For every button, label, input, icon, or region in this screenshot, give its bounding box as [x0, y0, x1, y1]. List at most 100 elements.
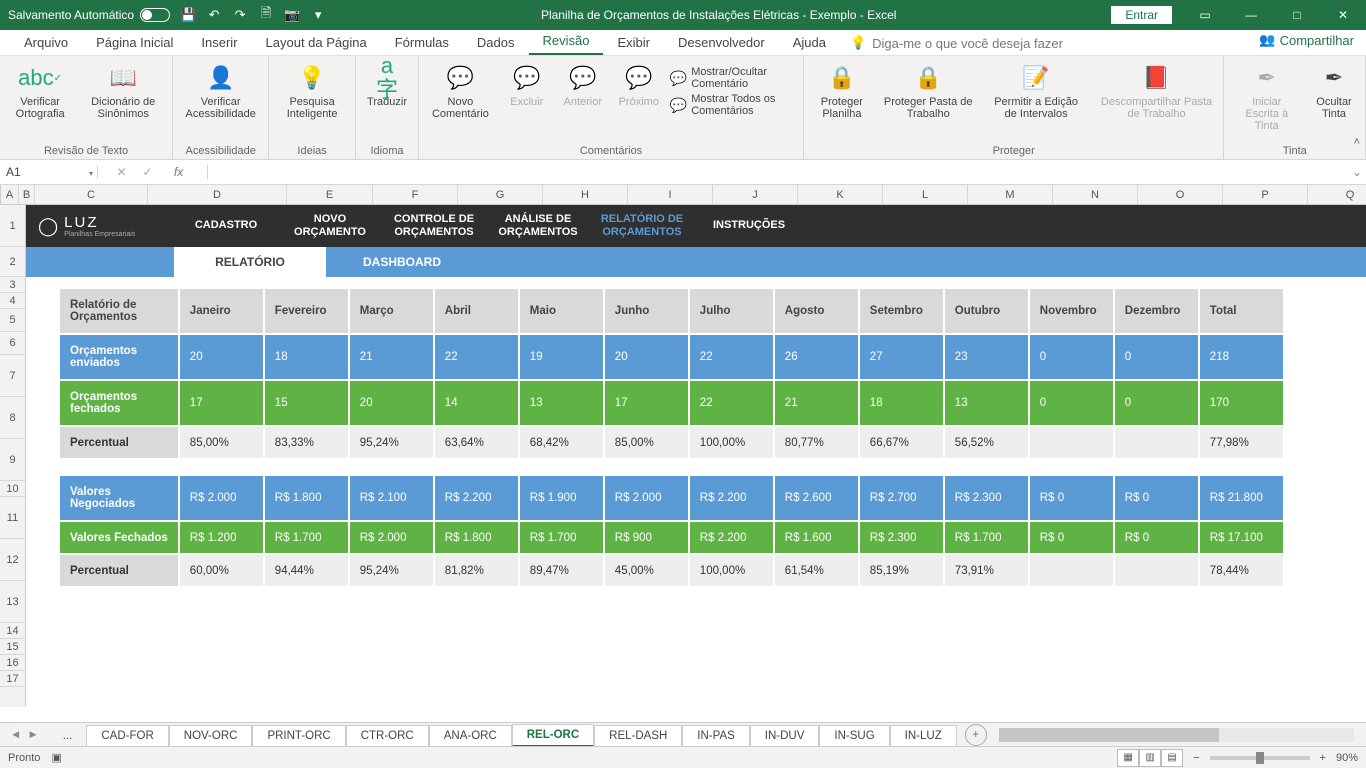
new-comment-button[interactable]: 💬Novo Comentário	[425, 60, 496, 122]
translate-button[interactable]: a字Traduzir	[362, 60, 412, 110]
nav-cadastro[interactable]: CADASTRO	[174, 213, 278, 238]
sheet-tab-more[interactable]: ...	[49, 726, 87, 746]
tab-exibir[interactable]: Exibir	[603, 31, 664, 55]
spellcheck-button[interactable]: abc✓Verificar Ortografia	[6, 60, 74, 122]
maximize-icon[interactable]: □	[1274, 0, 1320, 30]
collapse-ribbon-icon[interactable]: ˄	[1354, 136, 1360, 148]
autosave-toggle[interactable]: Salvamento Automático	[8, 8, 170, 22]
row-header[interactable]: 8	[0, 397, 25, 439]
col-header[interactable]: F	[373, 185, 458, 204]
row-header[interactable]: 9	[0, 439, 25, 481]
tab-revisao[interactable]: Revisão	[529, 29, 604, 55]
sheet-tab[interactable]: PRINT-ORC	[252, 725, 345, 746]
row-header[interactable]: 4	[0, 293, 25, 309]
next-comment-button[interactable]: 💬Próximo	[614, 60, 664, 110]
row-header[interactable]: 6	[0, 332, 25, 355]
minimize-icon[interactable]: —	[1228, 0, 1274, 30]
worksheet[interactable]: ◯ LUZPlanilhas Empresariais CADASTRO NOV…	[26, 205, 1366, 707]
prev-comment-button[interactable]: 💬Anterior	[558, 60, 608, 110]
delete-comment-button[interactable]: 💬Excluir	[502, 60, 552, 110]
row-header[interactable]: 16	[0, 655, 25, 671]
horizontal-scrollbar[interactable]	[999, 728, 1354, 742]
signin-button[interactable]: Entrar	[1111, 6, 1172, 24]
nav-controle[interactable]: CONTROLE DE ORÇAMENTOS	[382, 207, 486, 245]
smart-lookup-button[interactable]: 💡Pesquisa Inteligente	[275, 60, 349, 122]
tellme-search[interactable]: 💡Diga-me o que você deseja fazer	[840, 31, 1073, 55]
thesaurus-button[interactable]: 📖Dicionário de Sinônimos	[80, 60, 166, 122]
col-header[interactable]: E	[287, 185, 373, 204]
row-header[interactable]: 14	[0, 623, 25, 639]
close-icon[interactable]: ✕	[1320, 0, 1366, 30]
sheet-tab[interactable]: IN-DUV	[750, 725, 820, 746]
start-inking-button[interactable]: ✒Iniciar Escrita à Tinta	[1230, 60, 1303, 134]
zoom-out-icon[interactable]: −	[1193, 752, 1199, 764]
subtab-relatorio[interactable]: RELATÓRIO	[174, 247, 326, 277]
qat-more-icon[interactable]: ▾	[310, 7, 326, 23]
tab-formulas[interactable]: Fórmulas	[381, 31, 463, 55]
add-sheet-button[interactable]: +	[965, 724, 987, 746]
hide-ink-button[interactable]: ✒Ocultar Tinta	[1309, 60, 1359, 122]
protect-workbook-button[interactable]: 🔒Proteger Pasta de Trabalho	[880, 60, 977, 122]
ribbon-options-icon[interactable]: ▭	[1182, 0, 1228, 30]
col-header[interactable]: N	[1053, 185, 1138, 204]
sheet-tab[interactable]: IN-LUZ	[890, 725, 957, 746]
nav-instrucoes[interactable]: INSTRUÇÕES	[694, 213, 804, 238]
row-header[interactable]: 17	[0, 671, 25, 687]
row-header[interactable]: 7	[0, 355, 25, 397]
col-header[interactable]: C	[35, 185, 148, 204]
redo-icon[interactable]: ↷	[232, 7, 248, 23]
tab-pagina-inicial[interactable]: Página Inicial	[82, 31, 187, 55]
col-header[interactable]: H	[543, 185, 628, 204]
tab-inserir[interactable]: Inserir	[187, 31, 251, 55]
col-header[interactable]: A	[1, 185, 19, 204]
allow-edit-ranges-button[interactable]: 📝Permitir a Edição de Intervalos	[983, 60, 1090, 122]
row-header[interactable]: 3	[0, 277, 25, 293]
zoom-in-icon[interactable]: +	[1320, 752, 1326, 764]
tab-layout[interactable]: Layout da Página	[252, 31, 381, 55]
macro-record-icon[interactable]: ▣	[51, 752, 61, 764]
undo-icon[interactable]: ↶	[206, 7, 222, 23]
unshare-workbook-button[interactable]: 📕Descompartilhar Pasta de Trabalho	[1096, 60, 1218, 122]
row-header[interactable]: 11	[0, 497, 25, 539]
col-header[interactable]: J	[713, 185, 798, 204]
sheet-tab[interactable]: IN-SUG	[819, 725, 889, 746]
sheet-tab-active[interactable]: REL-ORC	[512, 724, 594, 747]
col-header[interactable]: G	[458, 185, 543, 204]
sheet-tab[interactable]: REL-DASH	[594, 725, 682, 746]
sheet-nav-next-icon[interactable]: ►	[27, 729, 38, 741]
save-icon[interactable]: 💾	[180, 7, 196, 23]
sheet-tab[interactable]: ANA-ORC	[429, 725, 512, 746]
show-all-comments-button[interactable]: 💬Mostrar Todos os Comentários	[670, 93, 797, 117]
accessibility-button[interactable]: 👤Verificar Acessibilidade	[179, 60, 262, 122]
protect-sheet-button[interactable]: 🔒Proteger Planilha	[810, 60, 874, 122]
row-header[interactable]: 2	[0, 247, 25, 277]
col-header[interactable]: I	[628, 185, 713, 204]
row-header[interactable]: 12	[0, 539, 25, 581]
col-header[interactable]: O	[1138, 185, 1223, 204]
sheet-tab[interactable]: NOV-ORC	[169, 725, 253, 746]
quickprint-icon[interactable]: 🗎	[258, 7, 274, 23]
tab-dados[interactable]: Dados	[463, 31, 529, 55]
nav-relatorio[interactable]: RELATÓRIO DE ORÇAMENTOS	[590, 207, 694, 245]
row-header[interactable]: 10	[0, 481, 25, 497]
sheet-tab[interactable]: CAD-FOR	[86, 725, 168, 746]
col-header[interactable]: B	[19, 185, 35, 204]
zoom-slider[interactable]	[1210, 756, 1310, 760]
row-header[interactable]: 5	[0, 309, 25, 332]
col-header[interactable]: Q	[1308, 185, 1366, 204]
row-header[interactable]: 15	[0, 639, 25, 655]
name-box[interactable]: A1	[0, 165, 98, 179]
col-header[interactable]: D	[148, 185, 287, 204]
tab-ajuda[interactable]: Ajuda	[779, 31, 840, 55]
tab-arquivo[interactable]: Arquivo	[10, 31, 82, 55]
tab-desenvolvedor[interactable]: Desenvolvedor	[664, 31, 779, 55]
cancel-icon[interactable]: ✕	[116, 165, 126, 179]
nav-analise[interactable]: ANÁLISE DE ORÇAMENTOS	[486, 207, 590, 245]
zoom-level[interactable]: 90%	[1336, 752, 1358, 764]
subtab-dashboard[interactable]: DASHBOARD	[326, 247, 478, 277]
sheet-tab[interactable]: IN-PAS	[682, 725, 750, 746]
expand-formula-icon[interactable]: ⌄	[1348, 165, 1366, 179]
row-header[interactable]: 1	[0, 205, 25, 247]
show-hide-comment-button[interactable]: 💬Mostrar/Ocultar Comentário	[670, 66, 797, 90]
share-button[interactable]: 👥Compartilhar	[1259, 32, 1354, 48]
